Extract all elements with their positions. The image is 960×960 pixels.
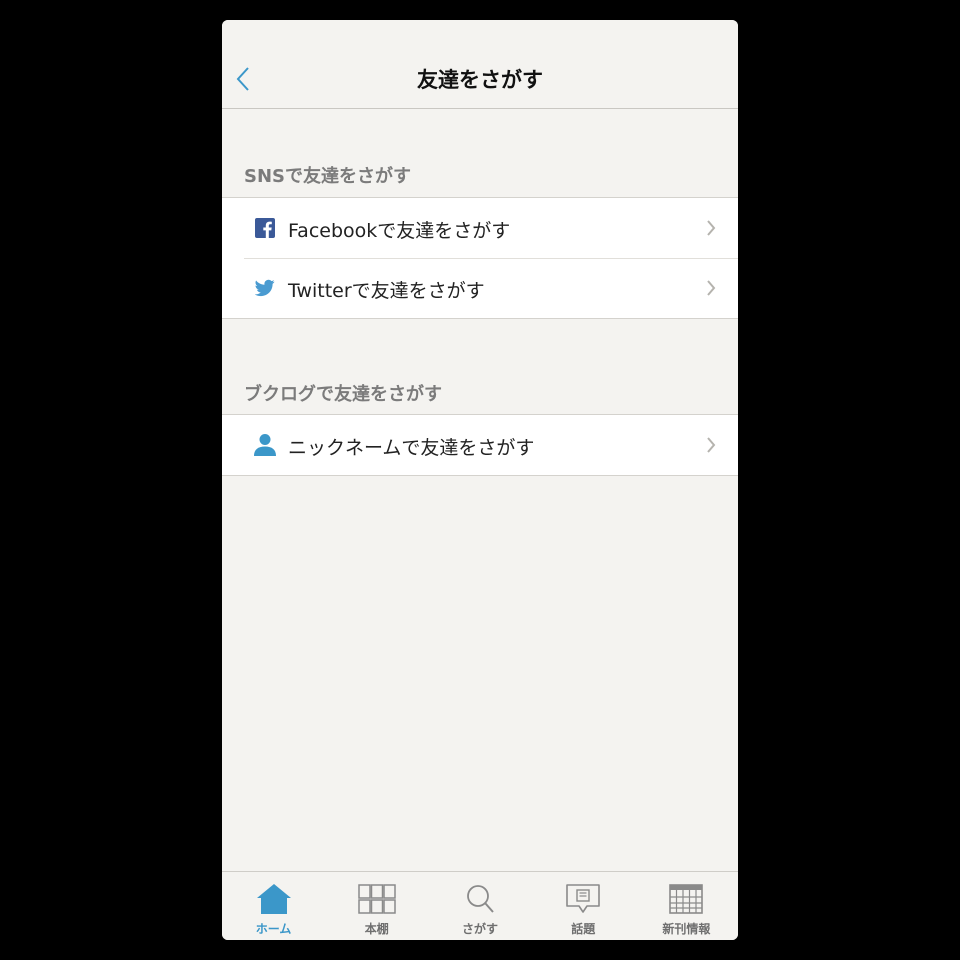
navigation-bar: 友達をさがす [222,20,738,109]
home-icon [256,884,291,914]
chevron-right-icon [707,437,716,453]
twitter-search-row[interactable]: Twitterで友達をさがす [222,258,738,318]
twitter-icon [255,279,275,297]
tab-new-releases-label: 新刊情報 [662,922,711,936]
tab-home[interactable]: ホーム [222,872,325,940]
chevron-right-icon [707,220,716,236]
page-title: 友達をさがす [417,68,543,92]
twitter-search-label: Twitterで友達をさがす [288,280,485,302]
bookshelf-icon [358,884,396,914]
user-icon [254,434,276,456]
nickname-search-row[interactable]: ニックネームで友達をさがす [222,415,738,475]
section-header-booklog: ブクログで友達をさがす [244,384,442,405]
booklog-list: ニックネームで友達をさがす [222,414,738,476]
app-screen: 友達をさがす SNSで友達をさがす Facebookで友達をさがす Twitte… [222,20,738,940]
tab-search-label: さがす [462,922,499,936]
nickname-search-label: ニックネームで友達をさがす [288,437,535,459]
tab-bar: ホーム 本棚 さがす 話題 新刊情報 [222,871,738,940]
chevron-right-icon [707,280,716,296]
tab-new-releases[interactable]: 新刊情報 [635,872,738,940]
sns-list: Facebookで友達をさがす Twitterで友達をさがす [222,197,738,319]
section-header-sns: SNSで友達をさがす [244,166,411,187]
search-icon [467,885,494,913]
calendar-icon [669,884,704,914]
speech-bubble-icon [566,884,601,913]
tab-bookshelf[interactable]: 本棚 [325,872,428,940]
tab-topics[interactable]: 話題 [532,872,635,940]
tab-bookshelf-label: 本棚 [364,922,389,936]
tab-home-label: ホーム [255,922,292,936]
tab-search[interactable]: さがす [428,872,531,940]
tab-topics-label: 話題 [571,922,596,936]
facebook-icon [255,218,275,238]
facebook-search-label: Facebookで友達をさがす [288,220,511,242]
facebook-search-row[interactable]: Facebookで友達をさがす [222,198,738,258]
